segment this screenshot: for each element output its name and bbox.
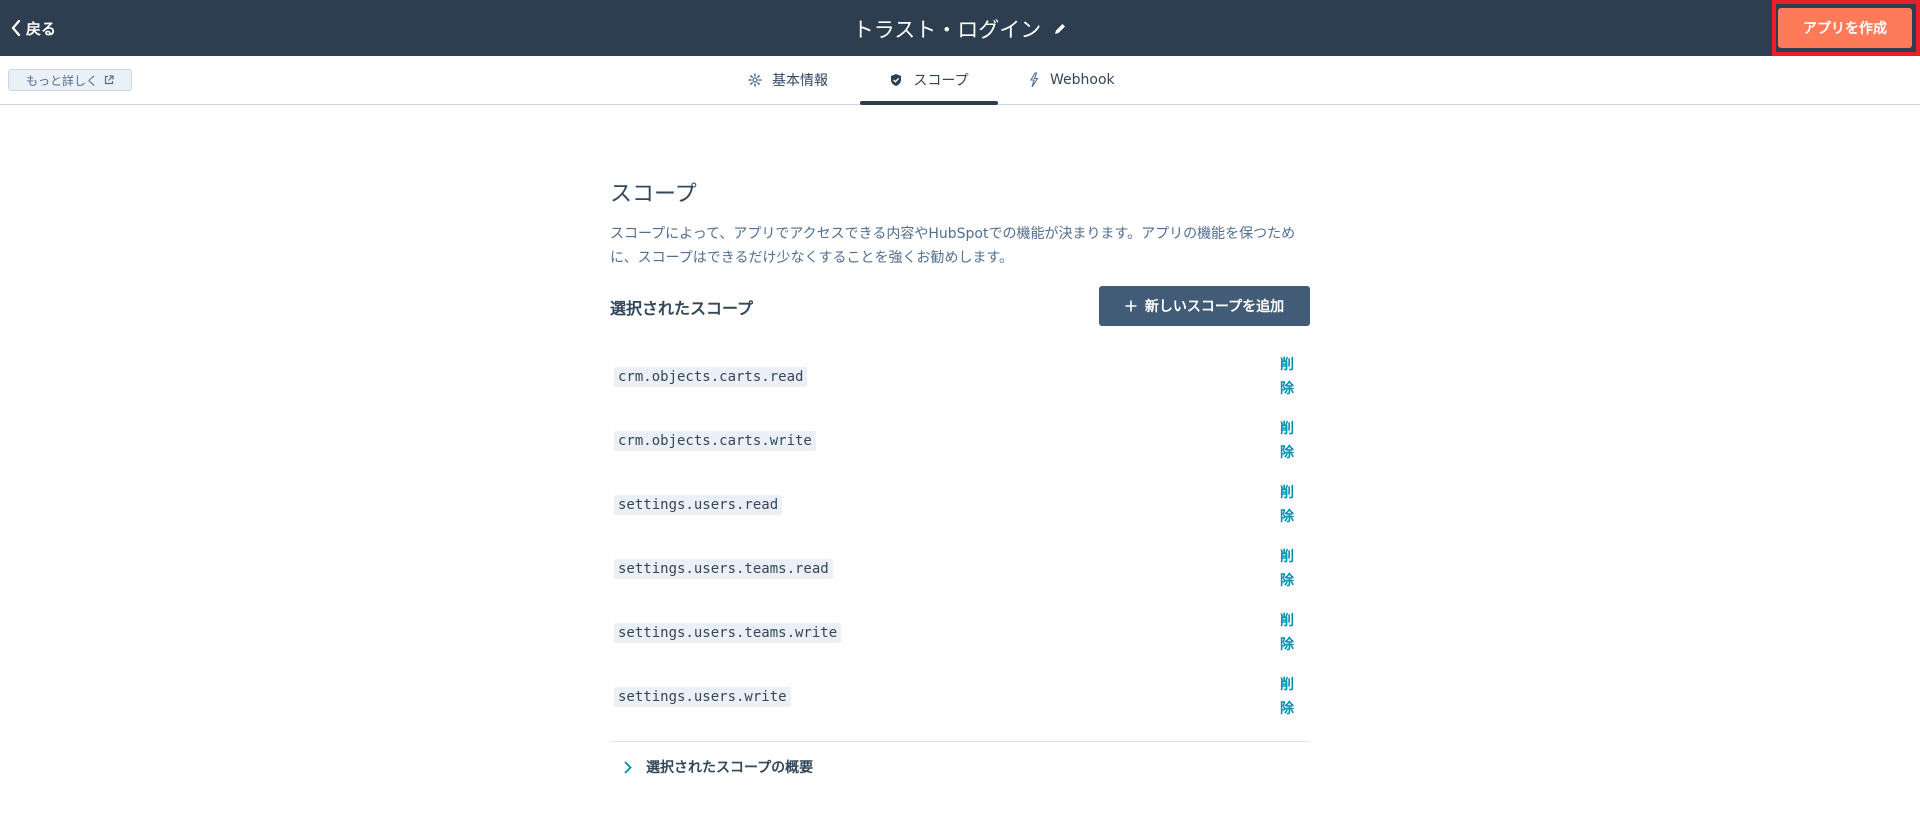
- tab-webhook[interactable]: Webhook: [1028, 56, 1115, 104]
- scope-row: settings.users.read 削除: [610, 479, 1310, 543]
- scope-row: settings.users.teams.write 削除: [610, 607, 1310, 671]
- shield-check-icon: [891, 74, 902, 86]
- scope-name: crm.objects.carts.write: [614, 431, 816, 451]
- scope-name: settings.users.teams.read: [614, 559, 833, 579]
- delete-scope-link[interactable]: 削除: [1278, 417, 1296, 465]
- scopes-description: スコープによって、アプリでアクセスできる内容やHubSpotでの機能が決まります…: [610, 226, 1296, 266]
- scope-name: settings.users.read: [614, 495, 783, 515]
- divider: [610, 741, 1310, 742]
- page-title: スコープ: [610, 182, 697, 207]
- plus-icon: [1125, 300, 1137, 312]
- tab-basic-info-label: 基本情報: [772, 73, 828, 89]
- scope-row: crm.objects.carts.write 削除: [610, 415, 1310, 479]
- back-button[interactable]: 戻る: [10, 16, 56, 40]
- back-label: 戻る: [26, 19, 57, 38]
- tab-scopes-label: スコープ: [913, 73, 969, 89]
- add-scope-label: 新しいスコープを追加: [1144, 299, 1285, 315]
- external-link-icon: [104, 75, 114, 85]
- scope-summary-toggle[interactable]: 選択されたスコープの概要: [624, 757, 813, 777]
- learn-more-label: もっと詳しく: [25, 73, 98, 88]
- selected-scopes-heading: 選択されたスコープ: [610, 299, 754, 318]
- top-bar: 戻る トラスト・ログイン: [0, 0, 1920, 56]
- chevron-left-icon: [11, 19, 21, 37]
- sub-nav: もっと詳しく 基本情報 スコープ Webhook: [0, 56, 1920, 105]
- delete-scope-link[interactable]: 削除: [1278, 353, 1296, 401]
- scope-summary-label: 選択されたスコープの概要: [646, 760, 814, 776]
- scope-name: crm.objects.carts.read: [614, 367, 808, 387]
- scope-list: crm.objects.carts.read 削除 crm.objects.ca…: [610, 351, 1310, 735]
- delete-scope-link[interactable]: 削除: [1278, 481, 1296, 529]
- delete-scope-link[interactable]: 削除: [1278, 673, 1296, 721]
- scope-row: settings.users.teams.read 削除: [610, 543, 1310, 607]
- add-scope-button[interactable]: 新しいスコープを追加: [1099, 286, 1310, 326]
- tab-webhook-label: Webhook: [1050, 72, 1115, 88]
- chevron-right-icon: [624, 761, 632, 773]
- gear-icon: [748, 73, 762, 87]
- learn-more-button[interactable]: もっと詳しく: [8, 69, 132, 91]
- scope-row: settings.users.write 削除: [610, 671, 1310, 735]
- active-tab-indicator: [860, 101, 998, 105]
- tab-basic-info[interactable]: 基本情報: [748, 56, 828, 104]
- delete-scope-link[interactable]: 削除: [1278, 545, 1296, 593]
- scope-name: settings.users.write: [614, 687, 791, 707]
- delete-scope-link[interactable]: 削除: [1278, 609, 1296, 657]
- webhook-icon: [1030, 72, 1039, 88]
- scope-row: crm.objects.carts.read 削除: [610, 351, 1310, 415]
- create-app-button[interactable]: アプリを作成: [1778, 8, 1912, 48]
- app-title: トラスト・ログイン: [852, 18, 1042, 42]
- pencil-icon[interactable]: [1053, 22, 1067, 36]
- tab-scopes[interactable]: スコープ: [860, 56, 998, 104]
- scope-name: settings.users.teams.write: [614, 623, 842, 643]
